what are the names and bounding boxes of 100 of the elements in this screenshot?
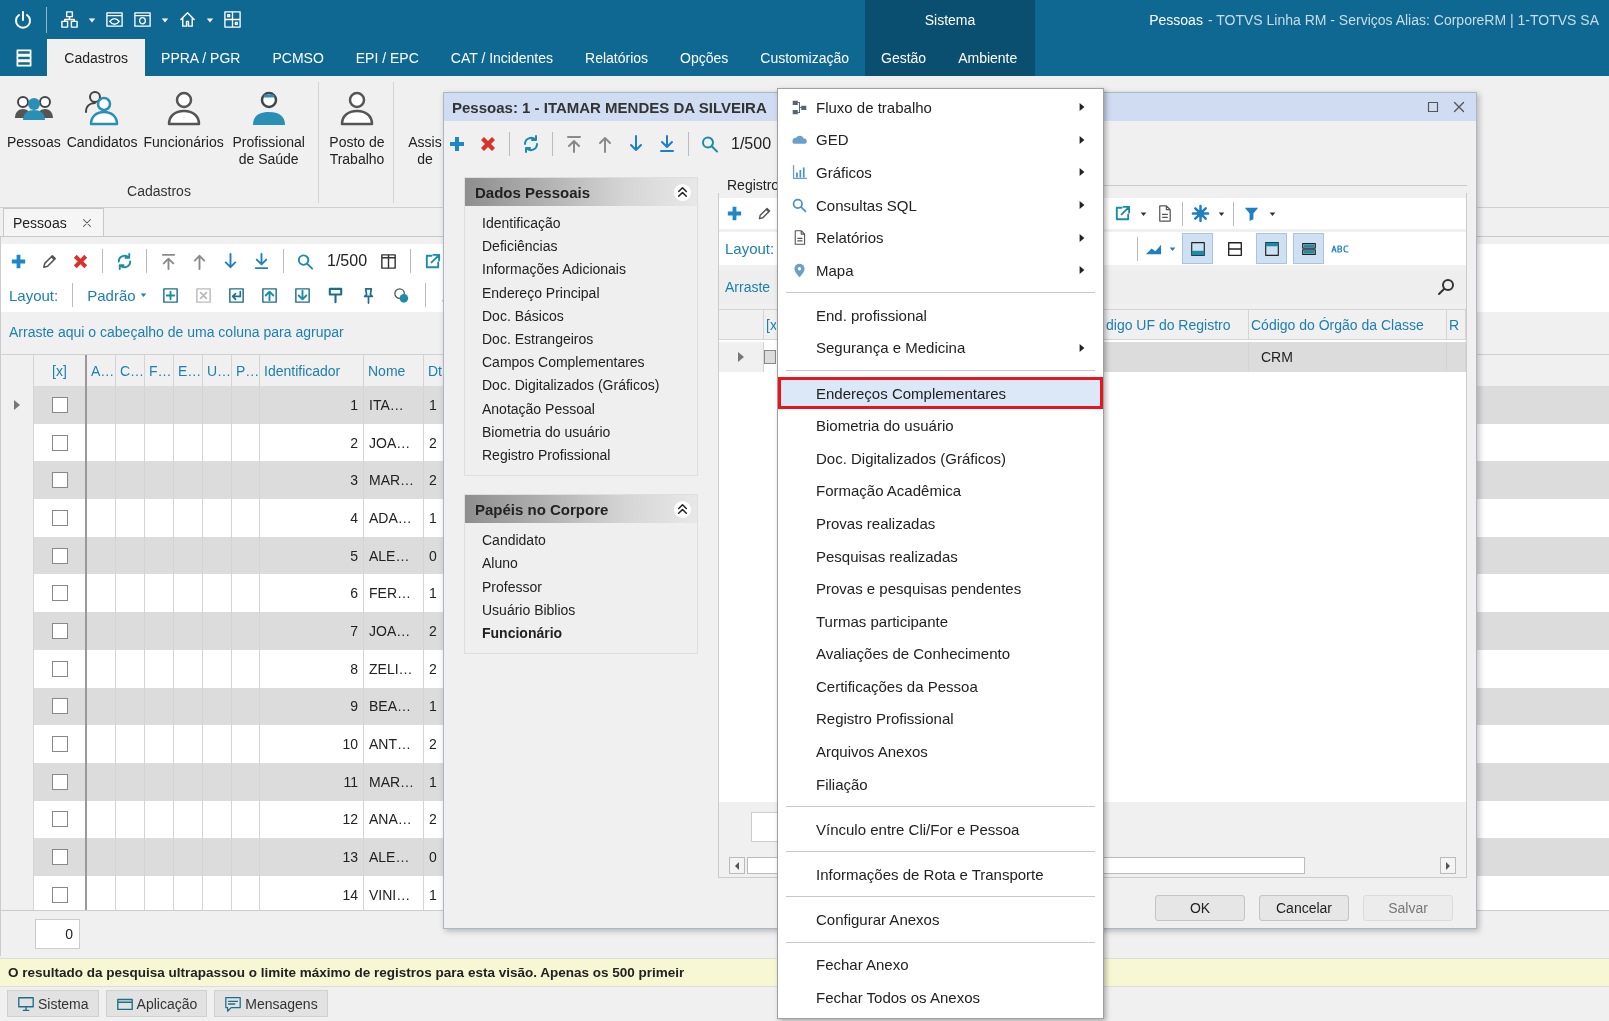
add-icon[interactable] xyxy=(725,204,744,223)
power-icon[interactable] xyxy=(13,9,33,30)
document-tab-label[interactable]: Pessoas xyxy=(13,214,67,231)
menu-item[interactable]: Mapa xyxy=(778,253,1103,287)
menu-item[interactable]: Consultas SQL xyxy=(778,188,1103,222)
home-icon[interactable] xyxy=(178,10,197,29)
add-icon[interactable] xyxy=(447,134,467,154)
add-row-icon[interactable] xyxy=(160,285,180,305)
row-checkbox[interactable] xyxy=(51,472,68,489)
collapse-icon[interactable] xyxy=(673,499,692,519)
columns-icon[interactable] xyxy=(379,251,399,271)
ribbon-tab[interactable]: PCMSO xyxy=(256,39,340,76)
taskbar-button[interactable]: Mensagens xyxy=(214,990,328,1017)
ribbon-tab[interactable]: PPRA / PGR xyxy=(145,39,257,76)
row-checkbox[interactable] xyxy=(51,434,68,451)
ribbon-tab[interactable]: Opções xyxy=(664,39,745,76)
row-checkbox[interactable] xyxy=(51,547,68,564)
menu-item[interactable]: Provas realizadas xyxy=(778,507,1103,540)
layout-dropdown[interactable]: Padrão xyxy=(87,286,136,304)
menu-item[interactable]: Certificações da Pessoa xyxy=(778,670,1103,703)
ribbon-tab[interactable]: Customização xyxy=(744,39,865,76)
nav-link[interactable]: Candidato xyxy=(482,529,697,553)
row-header[interactable] xyxy=(719,342,764,372)
ribbon-button[interactable]: Pessoas xyxy=(4,82,64,183)
menu-item[interactable]: End. profissional xyxy=(778,299,1103,332)
menu-item[interactable]: Biometria do usuário xyxy=(778,409,1103,442)
row-checkbox[interactable] xyxy=(51,849,68,866)
nav-link[interactable]: Usuário Biblios xyxy=(482,598,697,623)
first-record-icon[interactable] xyxy=(564,134,584,154)
layout-rows-toggle[interactable] xyxy=(1293,233,1324,264)
move-down-icon[interactable] xyxy=(292,285,312,305)
row-checkbox[interactable] xyxy=(51,811,68,828)
menu-item[interactable]: Fechar Todos os Anexos xyxy=(778,980,1103,1014)
nav-link[interactable]: Informações Adicionais xyxy=(482,258,697,282)
nav-link[interactable]: Registro Profissional xyxy=(482,444,697,468)
menu-item[interactable]: Configurar Anexos xyxy=(778,903,1103,936)
insert-row-icon[interactable] xyxy=(226,285,246,305)
row-checkbox[interactable] xyxy=(51,396,68,413)
pencil-icon[interactable] xyxy=(756,205,773,222)
column-header[interactable]: R xyxy=(1447,310,1466,339)
preview-window-icon[interactable] xyxy=(105,10,124,29)
nav-link[interactable]: Doc. Estrangeiros xyxy=(482,328,697,352)
row-checkbox[interactable] xyxy=(51,660,68,677)
nav-link[interactable]: Aluno xyxy=(482,552,697,576)
nav-link[interactable]: Endereço Principal xyxy=(482,281,697,305)
refresh-icon[interactable] xyxy=(115,251,134,271)
menu-item[interactable]: Fechar Anexo xyxy=(778,948,1103,981)
menu-item[interactable]: Gráficos xyxy=(778,156,1103,189)
menu-item[interactable]: Turmas participante xyxy=(778,604,1103,638)
column-header[interactable]: Código do Órgão da Classe xyxy=(1249,310,1447,339)
row-checkbox[interactable] xyxy=(51,509,68,526)
refresh-window-icon[interactable] xyxy=(133,10,152,29)
ribbon-button[interactable]: Assis de xyxy=(404,82,446,203)
nav-link[interactable]: Doc. Digitalizados (Gráficos) xyxy=(482,374,697,398)
export-icon[interactable] xyxy=(1113,204,1132,223)
ribbon-tab[interactable]: Gestão xyxy=(865,39,943,76)
menu-item[interactable]: Segurança e Medicina xyxy=(778,331,1103,365)
menu-item[interactable]: Registro Profissional xyxy=(778,702,1103,736)
menu-item[interactable]: Doc. Digitalizados (Gráficos) xyxy=(778,441,1103,475)
first-record-icon[interactable] xyxy=(159,251,178,271)
nav-link[interactable]: Identificação xyxy=(482,212,697,236)
ribbon-tab[interactable]: CAT / Incidentes xyxy=(434,39,569,76)
row-checkbox[interactable] xyxy=(51,736,68,753)
taskbar-button[interactable]: Sistema xyxy=(7,990,99,1017)
menu-item[interactable]: Relatórios xyxy=(778,221,1103,254)
ribbon-tab[interactable]: Relatórios xyxy=(569,39,665,76)
menu-item[interactable]: Vínculo entre Cli/For e Pessoa xyxy=(778,812,1103,846)
menu-item[interactable]: Filiação xyxy=(778,767,1103,801)
menu-item[interactable]: GED xyxy=(778,123,1103,157)
row-checkbox[interactable] xyxy=(51,585,68,602)
move-up-icon[interactable] xyxy=(259,285,279,305)
row-checkbox[interactable] xyxy=(51,886,68,903)
menu-item[interactable]: Fluxo de trabalho xyxy=(778,91,1103,124)
row-checkbox[interactable] xyxy=(51,622,68,639)
ribbon-tab[interactable]: EPI / EPC xyxy=(339,39,435,76)
shapes-icon[interactable] xyxy=(391,285,411,305)
layout-top-toggle[interactable] xyxy=(1256,233,1287,264)
menu-item[interactable]: Informações de Rota e Transporte xyxy=(778,858,1103,891)
last-record-icon[interactable] xyxy=(252,251,271,271)
export-icon[interactable] xyxy=(423,251,443,271)
refresh-icon[interactable] xyxy=(521,134,541,154)
nav-link[interactable]: Campos Complementares xyxy=(482,351,697,375)
taskbar-button[interactable]: Aplicação xyxy=(105,990,208,1017)
row-checkbox[interactable] xyxy=(51,698,68,715)
layout-bottom-toggle[interactable] xyxy=(1182,233,1213,264)
menu-item[interactable]: Pesquisas realizadas xyxy=(778,539,1103,573)
scroll-right-button[interactable] xyxy=(1440,857,1456,874)
row-checkbox[interactable] xyxy=(764,350,776,364)
collapse-icon[interactable] xyxy=(673,182,692,202)
menu-item[interactable]: Endereços Complementares xyxy=(778,376,1103,410)
nav-link[interactable]: Deficiências xyxy=(482,235,697,259)
ribbon-button[interactable]: Candidatos xyxy=(63,82,141,183)
menu-item[interactable]: Avaliações de Conhecimento xyxy=(778,637,1103,671)
row-checkbox[interactable] xyxy=(51,773,68,790)
nav-link[interactable]: Professor xyxy=(482,575,697,599)
settings-icon[interactable] xyxy=(1191,204,1210,223)
ribbon-button[interactable]: Funcionários xyxy=(140,82,227,183)
scroll-left-button[interactable] xyxy=(729,857,745,874)
column-header[interactable]: [x xyxy=(764,316,776,333)
ribbon-button[interactable]: Posto de Trabalho xyxy=(323,82,391,203)
